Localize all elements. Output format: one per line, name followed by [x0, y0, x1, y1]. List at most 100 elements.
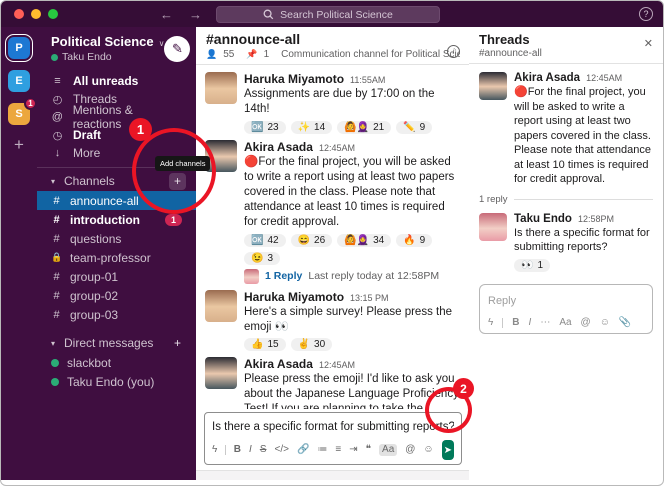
history-forward-icon[interactable]: → [189, 7, 202, 22]
sidebar: Political Science∨ Taku Endo ✎ ≡All unre… [37, 27, 196, 480]
reaction-pill[interactable]: 🆗42 [244, 234, 286, 247]
reaction-pill[interactable]: 😉3 [244, 252, 280, 265]
reaction-pill[interactable]: 😄26 [291, 234, 333, 247]
bold-icon[interactable]: B [512, 318, 519, 328]
reaction-pill[interactable]: ✏️9 [396, 121, 432, 134]
channels-section-header[interactable]: ▾ Channels + [37, 171, 196, 191]
sidebar-channel-group-03[interactable]: #group-03 [37, 305, 196, 324]
thread-reply-message: Taku Endo12:58PM Is there a specific for… [469, 205, 663, 272]
presence-dot-icon [51, 378, 59, 386]
avatar[interactable] [205, 290, 237, 322]
compose-icon: ✎ [172, 41, 183, 57]
sidebar-item-all-unreads[interactable]: ≡All unreads [37, 72, 196, 90]
shortcuts-icon[interactable]: ϟ [212, 445, 217, 455]
message-author[interactable]: Akira Asada [514, 72, 580, 84]
reaction-pill[interactable]: ✨14 [291, 121, 333, 134]
link-icon[interactable]: 🔗 [297, 445, 309, 455]
hash-icon: # [51, 290, 62, 302]
reaction-pill[interactable]: 🙆🧕21 [337, 121, 391, 134]
reply-input[interactable] [488, 295, 644, 307]
workspace-tile-political-science[interactable]: P [8, 37, 30, 59]
workspace-tile-e[interactable]: E [8, 70, 30, 92]
channel-topic[interactable]: Communication channel for Political Scie… [281, 49, 460, 60]
dms-section-header[interactable]: ▾ Direct messages + [37, 333, 196, 353]
bold-icon[interactable]: B [234, 445, 241, 455]
sidebar-dm-taku-endo[interactable]: Taku Endo (you) [37, 372, 196, 391]
close-icon[interactable]: ✕ [644, 37, 653, 50]
italic-icon[interactable]: I [249, 445, 252, 455]
avatar[interactable] [205, 72, 237, 104]
strikethrough-icon[interactable]: S [260, 445, 267, 455]
thread-link[interactable]: 1 Reply Last reply today at 12:58PM [244, 269, 461, 284]
more-formatting-icon[interactable]: ⋯ [540, 318, 550, 328]
formatting-toggle-icon[interactable]: Aa [559, 318, 571, 328]
code-icon[interactable]: </> [274, 445, 288, 455]
message-author[interactable]: Taku Endo [514, 213, 572, 225]
shortcuts-icon[interactable]: ϟ [488, 318, 493, 328]
sidebar-channel-questions[interactable]: #questions [37, 229, 196, 248]
reaction-pill[interactable]: 👀1 [514, 259, 550, 272]
reaction-pill[interactable]: 🔥9 [396, 234, 432, 247]
reaction-emoji: ✏️ [403, 122, 415, 133]
workspace-header[interactable]: Political Science∨ Taku Endo ✎ [37, 27, 196, 69]
message-text: 🔴For the final project, you will be aske… [514, 85, 653, 187]
mention-icon[interactable]: @ [405, 445, 415, 455]
sidebar-item-mentions[interactable]: @Mentions & reactions [37, 108, 196, 126]
pinned-count[interactable]: 1 [264, 49, 270, 60]
reaction-pill[interactable]: 🆗23 [244, 121, 286, 134]
triangle-down-icon: ▾ [51, 177, 55, 186]
reply-count-label: 1 reply [479, 194, 508, 205]
sidebar-dm-slackbot[interactable]: slackbot [37, 353, 196, 372]
bullet-list-icon[interactable]: ≡ [335, 445, 341, 455]
avatar[interactable] [205, 357, 237, 389]
reaction-pill[interactable]: ✌️30 [291, 338, 333, 351]
message: Haruka Miyamoto11:55AM Assignments are d… [196, 69, 470, 137]
add-dm-button[interactable]: + [169, 335, 186, 352]
message-author[interactable]: Haruka Miyamoto [244, 72, 344, 86]
members-icon: 👤 [206, 49, 217, 60]
new-message-button[interactable]: ✎ [164, 36, 190, 62]
sidebar-channel-group-02[interactable]: #group-02 [37, 286, 196, 305]
mention-icon[interactable]: @ [581, 318, 591, 328]
sidebar-channel-announce-all[interactable]: #announce-all [37, 191, 196, 210]
ordered-list-icon[interactable]: ≔ [317, 445, 327, 455]
workspace-tile-s[interactable]: S 1 [8, 103, 30, 125]
reaction-pill[interactable]: 👍15 [244, 338, 286, 351]
emoji-icon[interactable]: ☺ [600, 318, 610, 328]
sidebar-channel-group-01[interactable]: #group-01 [37, 267, 196, 286]
threads-panel: Threads #announce-all ✕ Akira Asada12:45… [469, 27, 663, 480]
avatar[interactable] [479, 72, 507, 100]
close-window-button[interactable] [14, 9, 24, 19]
thread-reply-count[interactable]: 1 Reply [265, 270, 302, 282]
more-icon: ↓ [51, 147, 64, 159]
zoom-window-button[interactable] [48, 9, 58, 19]
message-author[interactable]: Haruka Miyamoto [244, 290, 344, 304]
search-bar[interactable]: Search Political Science [216, 6, 440, 23]
add-channels-button[interactable]: + [169, 173, 186, 190]
message-author[interactable]: Akira Asada [244, 357, 313, 371]
reaction-pill[interactable]: 🙆🧕34 [337, 234, 391, 247]
channel-info-icon[interactable]: i [447, 45, 460, 58]
reaction-emoji: 👍 [251, 339, 263, 350]
add-workspace-button[interactable]: + [14, 136, 24, 153]
sidebar-channel-introduction[interactable]: #introduction1 [37, 210, 196, 229]
reaction-emoji: 👀 [521, 260, 533, 271]
blockquote-icon[interactable]: ❝ [366, 445, 371, 455]
emoji-icon[interactable]: ☺ [423, 445, 433, 455]
italic-icon[interactable]: I [529, 318, 532, 328]
help-icon[interactable]: ? [639, 7, 653, 21]
minimize-window-button[interactable] [31, 9, 41, 19]
send-button[interactable]: ➤ [442, 440, 454, 460]
sidebar-channel-team-professor[interactable]: 🔒team-professor [37, 248, 196, 267]
channels-label: Channels [64, 174, 169, 188]
avatar[interactable] [479, 213, 507, 241]
message-input[interactable] [212, 421, 454, 433]
message-author[interactable]: Akira Asada [244, 140, 313, 154]
indent-icon[interactable]: ⇥ [349, 445, 357, 455]
attach-icon[interactable]: 📎 [619, 318, 631, 328]
history-back-icon[interactable]: ← [160, 7, 173, 22]
formatting-toggle-icon[interactable]: Aa [379, 444, 397, 456]
workspace-unread-badge: 1 [24, 97, 37, 110]
reaction-emoji: 🔥 [403, 235, 415, 246]
members-count[interactable]: 55 [223, 49, 234, 60]
